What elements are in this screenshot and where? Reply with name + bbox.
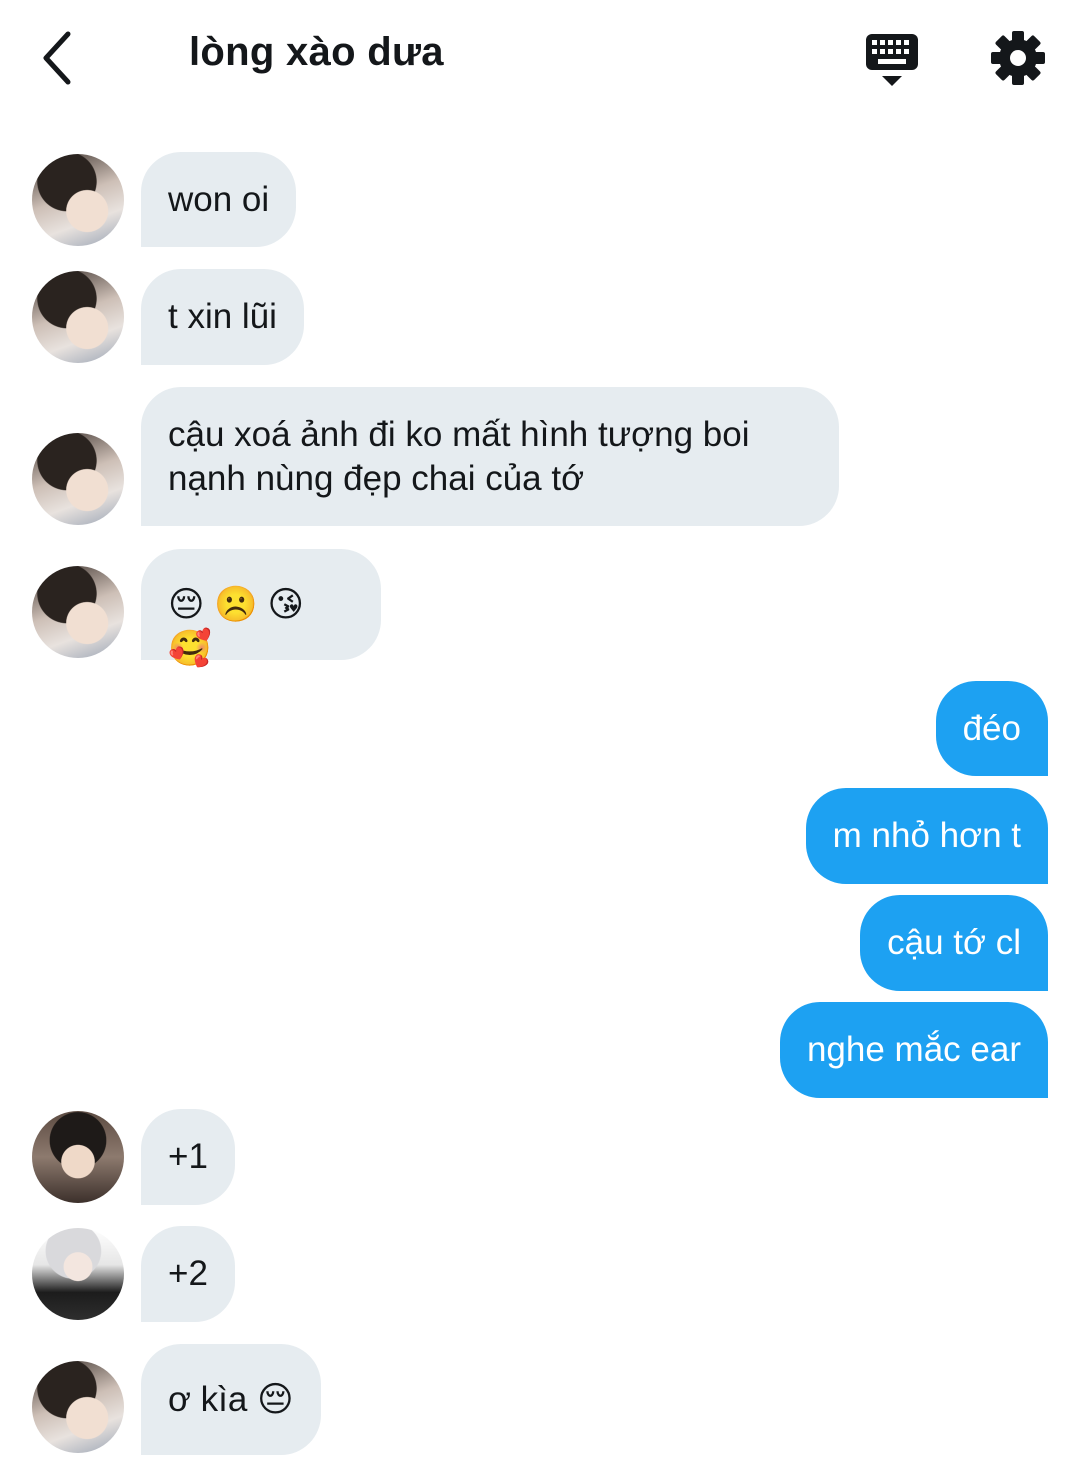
avatar[interactable] bbox=[32, 433, 124, 525]
conversation-title: lòng xào dưa bbox=[189, 30, 444, 74]
avatar[interactable] bbox=[32, 1361, 124, 1453]
avatar[interactable] bbox=[32, 1111, 124, 1203]
message-bubble-incoming[interactable]: cậu xoá ảnh đi ko mất hình tượng boi nạn… bbox=[141, 387, 839, 526]
message-bubble-incoming[interactable]: +1 bbox=[141, 1109, 235, 1205]
avatar[interactable] bbox=[32, 271, 124, 363]
back-button[interactable] bbox=[36, 28, 80, 88]
message-bubble-outgoing[interactable]: nghe mắc ear bbox=[779, 1002, 1048, 1098]
avatar[interactable] bbox=[32, 154, 124, 246]
gear-icon bbox=[991, 31, 1045, 85]
keyboard-icon bbox=[866, 34, 918, 86]
message-bubble-incoming[interactable]: 😔 ☹️ 😘 🥰 bbox=[141, 549, 381, 668]
avatar[interactable] bbox=[32, 566, 124, 658]
settings-button[interactable] bbox=[988, 28, 1048, 88]
message-bubble-outgoing[interactable]: m nhỏ hơn t bbox=[805, 788, 1048, 884]
message-bubble-incoming[interactable]: +2 bbox=[141, 1226, 235, 1322]
avatar[interactable] bbox=[32, 1228, 124, 1320]
chevron-left-icon bbox=[43, 31, 71, 85]
message-bubble-incoming[interactable]: won oi bbox=[141, 152, 297, 247]
message-bubble-outgoing[interactable]: cậu tớ cl bbox=[860, 895, 1048, 991]
message-bubble-incoming[interactable]: t xin lũi bbox=[141, 269, 304, 365]
conversation-header: lòng xào dưa bbox=[0, 0, 1080, 120]
message-bubble-outgoing[interactable]: đéo bbox=[935, 681, 1048, 776]
message-bubble-incoming[interactable]: ơ kìa 😔 bbox=[141, 1344, 321, 1455]
keyboard-button[interactable] bbox=[862, 28, 922, 90]
